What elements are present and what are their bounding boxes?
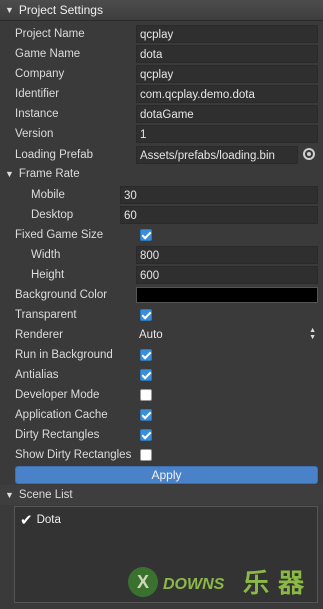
- show-dirty-rectangles-checkbox[interactable]: [140, 449, 152, 461]
- version-row: Version 1: [0, 124, 323, 144]
- height-label: Height: [31, 269, 65, 281]
- game-name-label: Game Name: [15, 48, 81, 60]
- background-color-label: Background Color: [15, 289, 108, 301]
- mobile-fps-field[interactable]: 30: [120, 186, 318, 204]
- renderer-row: Renderer Auto ▲ ▼: [0, 325, 323, 345]
- panel-title: Project Settings: [18, 3, 103, 17]
- background-color-row: Background Color: [0, 285, 323, 305]
- frame-rate-heading: ▼ Frame Rate: [5, 164, 80, 184]
- renderer-select[interactable]: Auto ▲ ▼: [136, 326, 318, 344]
- mobile-row: Mobile 30: [0, 185, 323, 205]
- project-settings-header[interactable]: ▼ Project Settings: [0, 0, 323, 21]
- width-row: Width 800: [0, 245, 323, 265]
- project-name-field[interactable]: qcplay: [136, 25, 318, 43]
- identifier-label: Identifier: [15, 88, 60, 100]
- height-row: Height 600: [0, 265, 323, 285]
- loading-prefab-label: Loading Prefab: [15, 149, 94, 161]
- desktop-row: Desktop 60: [0, 205, 323, 225]
- height-field[interactable]: 600: [136, 266, 318, 284]
- antialias-row: Antialias: [0, 365, 323, 385]
- watermark-text-left: DOWNS: [163, 576, 225, 593]
- collapse-triangle-icon[interactable]: ▼: [5, 5, 14, 15]
- dirty-rectangles-label: Dirty Rectangles: [15, 429, 100, 441]
- identifier-field[interactable]: com.qcplay.demo.dota: [136, 85, 318, 103]
- width-label: Width: [31, 249, 61, 261]
- antialias-label: Antialias: [15, 369, 59, 381]
- identifier-row: Identifier com.qcplay.demo.dota: [0, 84, 323, 104]
- asset-picker-icon[interactable]: [303, 148, 315, 160]
- project-name-label: Project Name: [15, 28, 85, 40]
- company-label: Company: [15, 68, 65, 80]
- apply-button[interactable]: Apply: [15, 466, 318, 484]
- developer-mode-row: Developer Mode: [0, 385, 323, 405]
- collapse-triangle-icon[interactable]: ▼: [5, 490, 14, 500]
- transparent-row: Transparent: [0, 305, 323, 325]
- transparent-checkbox[interactable]: [140, 309, 152, 321]
- dirty-rectangles-checkbox[interactable]: [140, 429, 152, 441]
- version-field[interactable]: 1: [136, 125, 318, 143]
- application-cache-label: Application Cache: [15, 409, 108, 421]
- dirty-rectangles-row: Dirty Rectangles: [0, 425, 323, 445]
- downxia-watermark-logo: X DOWNS 乐 器: [128, 567, 305, 599]
- width-field[interactable]: 800: [136, 246, 318, 264]
- fixed-game-size-label: Fixed Game Size: [15, 229, 104, 241]
- collapse-triangle-icon[interactable]: ▼: [5, 169, 14, 179]
- fixed-game-size-checkbox[interactable]: [140, 229, 152, 241]
- desktop-label: Desktop: [31, 209, 74, 221]
- watermark-text-right: 乐 器: [243, 569, 305, 599]
- run-in-background-label: Run in Background: [15, 349, 113, 361]
- loading-prefab-field[interactable]: Assets/prefabs/loading.bin: [136, 146, 298, 164]
- show-dirty-rectangles-row: Show Dirty Rectangles: [0, 445, 323, 465]
- scene-list-title: Scene List: [18, 489, 73, 501]
- select-arrows-icon: ▲ ▼: [309, 327, 316, 341]
- transparent-label: Transparent: [15, 309, 77, 321]
- instance-row: Instance dotaGame: [0, 104, 323, 124]
- list-item[interactable]: ✔ Dota: [20, 511, 61, 529]
- company-row: Company qcplay: [0, 64, 323, 84]
- run-in-background-row: Run in Background: [0, 345, 323, 365]
- fixed-game-size-row: Fixed Game Size: [0, 225, 323, 245]
- renderer-label: Renderer: [15, 329, 63, 341]
- developer-mode-label: Developer Mode: [15, 389, 100, 401]
- frame-rate-section[interactable]: ▼ Frame Rate: [0, 164, 323, 184]
- game-name-row: Game Name dota: [0, 44, 323, 64]
- application-cache-row: Application Cache: [0, 405, 323, 425]
- scene-name: Dota: [36, 514, 61, 526]
- loading-prefab-row: Loading Prefab Assets/prefabs/loading.bi…: [0, 145, 323, 165]
- renderer-value: Auto: [139, 329, 163, 341]
- desktop-fps-field[interactable]: 60: [120, 206, 318, 224]
- show-dirty-rectangles-label: Show Dirty Rectangles: [15, 449, 132, 461]
- frame-rate-label: Frame Rate: [18, 168, 80, 180]
- game-name-field[interactable]: dota: [136, 45, 318, 63]
- antialias-checkbox[interactable]: [140, 369, 152, 381]
- svg-text:X: X: [137, 572, 149, 592]
- instance-field[interactable]: dotaGame: [136, 105, 318, 123]
- scene-list-header[interactable]: ▼ Scene List: [0, 485, 323, 505]
- company-field[interactable]: qcplay: [136, 65, 318, 83]
- project-name-row: Project Name qcplay: [0, 24, 323, 44]
- run-in-background-checkbox[interactable]: [140, 349, 152, 361]
- developer-mode-checkbox[interactable]: [140, 389, 152, 401]
- mobile-label: Mobile: [31, 189, 65, 201]
- instance-label: Instance: [15, 108, 59, 120]
- version-label: Version: [15, 128, 54, 140]
- application-cache-checkbox[interactable]: [140, 409, 152, 421]
- checkmark-icon[interactable]: ✔: [20, 511, 33, 529]
- background-color-swatch[interactable]: [136, 287, 318, 303]
